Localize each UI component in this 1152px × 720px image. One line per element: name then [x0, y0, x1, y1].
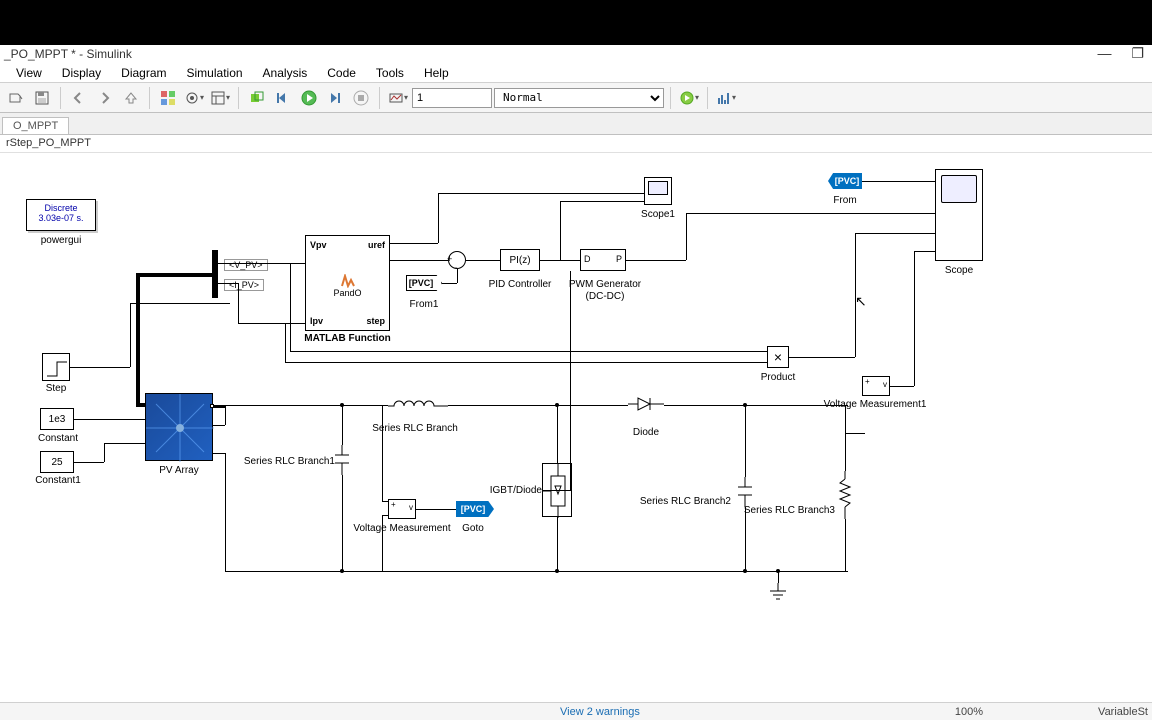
label-igbt: IGBT/Diode: [486, 485, 542, 496]
block-diode[interactable]: [628, 396, 664, 412]
window-title: _PO_MPPT * - Simulink: [4, 47, 132, 61]
video-black-bar: [0, 0, 1152, 45]
step-forward-icon[interactable]: [323, 86, 347, 110]
stop-icon[interactable]: [349, 86, 373, 110]
block-vm[interactable]: +v: [388, 499, 416, 519]
block-srlc1[interactable]: [335, 445, 349, 475]
block-vm1[interactable]: +v: [862, 376, 890, 396]
block-constant[interactable]: 1e3: [40, 408, 74, 430]
model-canvas[interactable]: Discrete 3.03e-07 s. powergui Step 1e3 C…: [0, 153, 1152, 698]
breadcrumb[interactable]: rStep_PO_MPPT: [0, 135, 1152, 153]
block-product[interactable]: ×: [767, 346, 789, 368]
block-srlc2[interactable]: [738, 477, 752, 507]
label-srlc1: Series RLC Branch1: [240, 456, 335, 467]
schedule-icon[interactable]: ▾: [714, 86, 738, 110]
label-pvarray: PV Array: [145, 465, 213, 476]
label-from1: From1: [406, 299, 442, 310]
titlebar: _PO_MPPT * - Simulink — ❐: [0, 45, 1152, 63]
mouse-cursor-icon: ↖: [855, 293, 867, 310]
block-ground[interactable]: [768, 583, 788, 603]
label-srlc2: Series RLC Branch2: [636, 496, 731, 507]
label-matlab-fn: MATLAB Function: [300, 333, 395, 344]
status-bar: View 2 warnings 100% VariableSt: [0, 702, 1152, 720]
model-explorer-icon[interactable]: ▾: [208, 86, 232, 110]
label-constant: Constant: [30, 433, 86, 444]
menu-analysis[interactable]: Analysis: [253, 64, 318, 82]
label-scope1: Scope1: [636, 209, 680, 220]
menu-simulation[interactable]: Simulation: [177, 64, 253, 82]
label-powergui: powergui: [26, 235, 96, 246]
label-step: Step: [42, 383, 70, 394]
stop-time-input[interactable]: [412, 88, 492, 108]
label-vpv-select: <V_PV>: [224, 259, 268, 271]
record-icon[interactable]: ▾: [386, 86, 410, 110]
run-icon[interactable]: [297, 86, 321, 110]
block-from1[interactable]: [PVC]: [406, 275, 442, 291]
toolbar: ▾ ▾ ▾ Normal ▾ ▾: [0, 83, 1152, 113]
menu-view[interactable]: View: [6, 64, 52, 82]
save-icon[interactable]: [30, 86, 54, 110]
minimize-button[interactable]: —: [1097, 45, 1111, 62]
label-ipv-select: <I_PV>: [224, 279, 264, 291]
block-scope[interactable]: [935, 169, 983, 261]
label-vm: Voltage Measurement: [352, 523, 452, 534]
block-scope1[interactable]: [644, 177, 672, 205]
block-srlc[interactable]: [388, 399, 448, 413]
menu-help[interactable]: Help: [414, 64, 459, 82]
status-zoom: 100%: [955, 706, 983, 718]
status-warnings-link[interactable]: View 2 warnings: [560, 706, 640, 718]
block-pwm[interactable]: D P: [580, 249, 626, 271]
maximize-button[interactable]: ❐: [1131, 45, 1144, 62]
block-matlab-fn[interactable]: Vpv Ipv uref step PandO: [305, 235, 390, 331]
label-from: From: [828, 195, 862, 206]
tab-bar: O_MPPT: [0, 113, 1152, 135]
library-browser-icon[interactable]: [156, 86, 180, 110]
label-scope: Scope: [935, 265, 983, 276]
label-srlc: Series RLC Branch: [370, 423, 460, 434]
menu-code[interactable]: Code: [317, 64, 366, 82]
label-diode: Diode: [628, 427, 664, 438]
back-icon[interactable]: [67, 86, 91, 110]
sim-mode-select[interactable]: Normal: [494, 88, 664, 108]
block-step[interactable]: [42, 353, 70, 381]
block-pid[interactable]: PI(z): [500, 249, 540, 271]
update-diagram-icon[interactable]: [245, 86, 269, 110]
label-goto: Goto: [456, 523, 490, 534]
label-pwm2: (DC-DC): [560, 291, 650, 302]
step-back-icon[interactable]: [271, 86, 295, 110]
status-solver: VariableSt: [1098, 706, 1148, 718]
label-pid: PID Controller: [480, 279, 560, 290]
up-icon[interactable]: [119, 86, 143, 110]
block-from[interactable]: [PVC]: [828, 173, 862, 189]
label-constant1: Constant1: [28, 475, 88, 486]
menu-diagram[interactable]: Diagram: [111, 64, 176, 82]
open-dropdown-icon[interactable]: [4, 86, 28, 110]
block-pvarray[interactable]: [145, 393, 213, 461]
block-constant1[interactable]: 25: [40, 451, 74, 473]
tab-model[interactable]: O_MPPT: [2, 117, 69, 134]
fast-restart-icon[interactable]: ▾: [677, 86, 701, 110]
label-srlc3: Series RLC Branch3: [740, 505, 835, 516]
label-product: Product: [758, 372, 798, 383]
block-sum[interactable]: + -: [448, 251, 466, 269]
block-powergui[interactable]: Discrete 3.03e-07 s.: [26, 199, 96, 231]
block-goto[interactable]: [PVC]: [456, 501, 494, 517]
menu-tools[interactable]: Tools: [366, 64, 414, 82]
label-pwm1: PWM Generator: [560, 279, 650, 290]
menu-display[interactable]: Display: [52, 64, 111, 82]
model-config-icon[interactable]: ▾: [182, 86, 206, 110]
block-srlc3[interactable]: [838, 471, 852, 519]
forward-icon[interactable]: [93, 86, 117, 110]
menubar: View Display Diagram Simulation Analysis…: [0, 63, 1152, 83]
